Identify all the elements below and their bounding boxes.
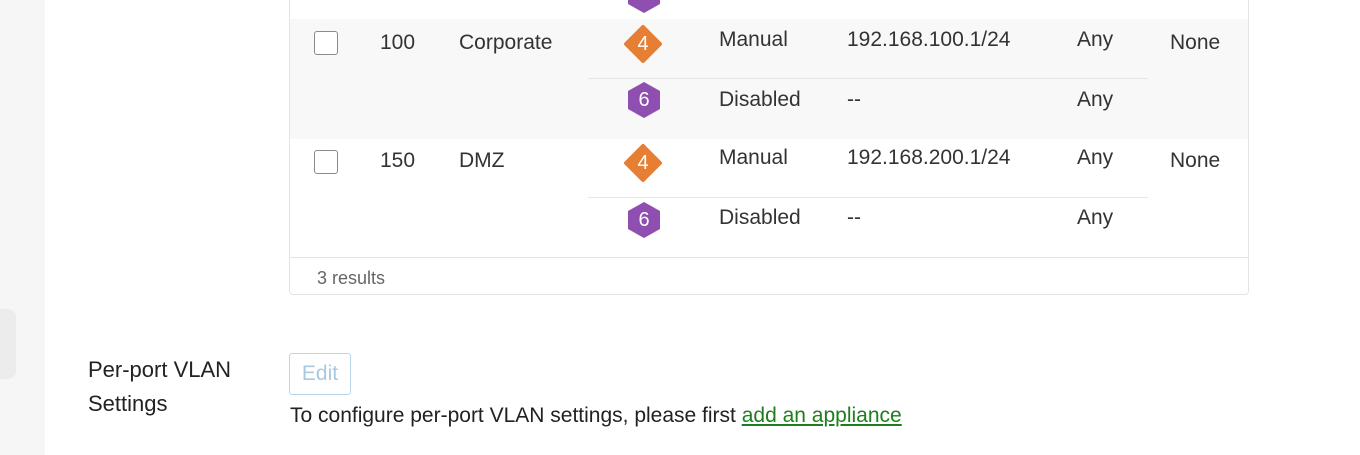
row-divider xyxy=(588,197,1148,198)
vlan-policy: None xyxy=(1170,31,1221,54)
table-footer: 3 results xyxy=(290,257,1248,294)
per-port-vlan-label: Per-port VLAN Settings xyxy=(88,357,232,416)
add-appliance-link[interactable]: add an appliance xyxy=(742,404,902,427)
ipv4-scope: Any xyxy=(1077,28,1114,51)
ipv6-scope: Any xyxy=(1077,88,1114,111)
row-checkbox[interactable] xyxy=(314,31,338,55)
ipv6-badge-icon: 6 xyxy=(626,80,662,120)
table-row: 100 Corporate 4 Manual 192.168.100.1/24 … xyxy=(290,19,1248,139)
vlan-name: DMZ xyxy=(459,149,505,172)
ipv6-subnet: -- xyxy=(847,88,861,111)
ipv4-subnet: 192.168.100.1/24 xyxy=(847,28,1011,51)
ipv6-subnet: -- xyxy=(847,206,861,229)
vlan-id: 150 xyxy=(380,149,416,172)
ipv4-badge-icon: 4 xyxy=(623,143,663,183)
row-divider xyxy=(588,78,1148,79)
ipv6-scope: Any xyxy=(1077,206,1114,229)
table-row: 150 DMZ 4 Manual 192.168.200.1/24 Any No… xyxy=(290,138,1248,258)
edit-button[interactable]: Edit xyxy=(289,353,351,395)
table-row-partial xyxy=(290,0,1248,19)
ipv6-badge-icon: 6 xyxy=(626,200,662,240)
ipv4-subnet: 192.168.200.1/24 xyxy=(847,146,1011,169)
per-port-config-message: To configure per-port VLAN settings, ple… xyxy=(290,404,902,428)
config-message-text: To configure per-port VLAN settings, ple… xyxy=(290,404,742,427)
vlan-id: 100 xyxy=(380,31,416,54)
ipv4-mode: Manual xyxy=(719,28,788,51)
ipv6-badge-icon xyxy=(626,0,662,15)
results-count: 3 results xyxy=(317,268,386,288)
row-checkbox[interactable] xyxy=(314,150,338,174)
vlan-table: 100 Corporate 4 Manual 192.168.100.1/24 … xyxy=(289,0,1249,295)
left-sidebar xyxy=(0,0,45,455)
ipv4-scope: Any xyxy=(1077,146,1114,169)
sidebar-collapse-tab[interactable] xyxy=(0,309,16,379)
ipv4-badge-icon: 4 xyxy=(623,24,663,64)
ipv6-mode: Disabled xyxy=(719,88,801,111)
ipv6-mode: Disabled xyxy=(719,206,801,229)
ipv4-mode: Manual xyxy=(719,146,788,169)
vlan-name: Corporate xyxy=(459,31,553,54)
vlan-policy: None xyxy=(1170,149,1221,172)
